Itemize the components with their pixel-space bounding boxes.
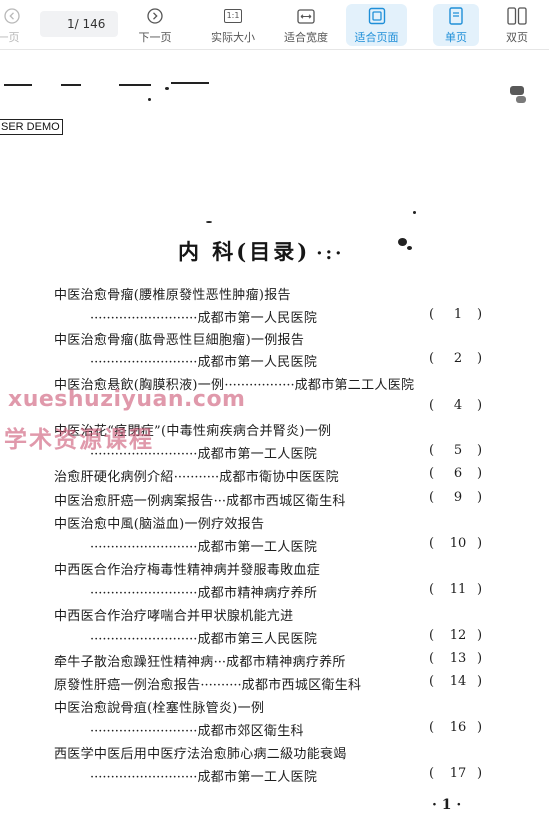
- chevron-right-circle-icon: [147, 6, 163, 26]
- page-number-box: / 146: [40, 11, 118, 37]
- toc-entry-org-line: ··························成都市第一工人医院: [90, 770, 318, 785]
- toc-page-number: 12: [449, 628, 467, 643]
- page-number-input[interactable]: [52, 17, 75, 31]
- actual-size-icon: 1:1: [224, 6, 242, 26]
- toc-entry-title: 中医治愈說骨疽(栓塞性脉管炎)一例: [54, 701, 265, 716]
- watermark-text: 学术资源课程: [4, 427, 154, 453]
- scan-artifact: [413, 211, 416, 214]
- double-page-label: 双页: [506, 31, 528, 44]
- toc-entry-title-with-org: 治愈肝硬化病例介紹···········成都市衛协中医医院: [54, 470, 339, 485]
- toc-heading: 内 科(目录) ·:·: [178, 239, 345, 264]
- scan-artifact: [407, 246, 412, 250]
- toc-entry-org-line: ··························成都市第三人民医院: [90, 632, 318, 647]
- toc-page-number: 17: [449, 766, 467, 781]
- toc-page-number: 16: [449, 720, 467, 735]
- toc-entry-title: 中医治愈骨瘤(腰椎原發性恶性肿瘤)报告: [54, 288, 291, 303]
- toc-entry-org-line: ··························成都市郊区衛生科: [90, 724, 304, 739]
- next-page-label: 下一页: [138, 31, 172, 44]
- fit-page-label: 适合页面: [354, 31, 399, 44]
- scan-artifact: [516, 96, 526, 103]
- toc-page-number: 4: [453, 398, 463, 413]
- fit-width-button[interactable]: 适合宽度: [278, 4, 334, 46]
- page-total: / 146: [74, 17, 106, 31]
- single-page-icon: [449, 6, 463, 26]
- toc-page-number: 13: [449, 651, 467, 666]
- toc-page-number: 2: [453, 351, 463, 366]
- scan-artifact: [4, 84, 32, 86]
- pdf-toolbar: 上一页 / 146 下一页 1:1 实际大小 适合宽度 适合页面 单页: [0, 0, 549, 50]
- toc-entry-title-with-org: 中医治愈肝癌一例病案报告···成都市西城区衛生科: [54, 494, 346, 509]
- next-page-button[interactable]: 下一页: [133, 4, 177, 46]
- actual-size-button[interactable]: 1:1 实际大小: [205, 4, 261, 46]
- double-page-icon: [507, 6, 527, 26]
- toc-page-number: 5: [453, 443, 463, 458]
- toc-entry-org-line: ··························成都市第一人民医院: [90, 355, 318, 370]
- demo-label: SER DEMO: [0, 119, 63, 135]
- scan-artifact: [61, 84, 81, 86]
- toc-page-number: 1: [453, 307, 463, 322]
- page-footer-number: · 1 ·: [432, 797, 462, 813]
- toc-entry-title: 中西医合作治疗哮喘合并甲状腺机能亢进: [54, 609, 294, 624]
- toc-page-number: 11: [449, 582, 467, 597]
- heading-ornament: ·:·: [316, 243, 345, 264]
- fit-width-icon: [297, 6, 315, 26]
- toc-page-number: 6: [453, 466, 463, 481]
- single-page-label: 单页: [445, 31, 467, 44]
- toc-entry-org-line: ··························成都市第一人民医院: [90, 311, 318, 326]
- single-page-button[interactable]: 单页: [433, 4, 479, 46]
- double-page-button[interactable]: 双页: [494, 4, 540, 46]
- toc-page-number: 10: [449, 536, 467, 551]
- toc-entry-title-with-org: 原發性肝癌一例治愈报告··········成都市西城区衛生科: [54, 678, 362, 693]
- prev-page-button[interactable]: 上一页: [0, 4, 30, 46]
- prev-page-label: 上一页: [0, 31, 20, 44]
- scan-artifact: [510, 86, 524, 95]
- watermark-url: xueshuziyuan.com: [8, 387, 246, 412]
- actual-size-label: 实际大小: [211, 31, 255, 44]
- scan-artifact: [398, 238, 407, 246]
- toc-entry-title: 西医学中医后用中医疗法治愈肺心病二級功能衰竭: [54, 747, 347, 762]
- toc-page-number: 9: [453, 490, 463, 505]
- chevron-left-circle-icon: [4, 6, 20, 26]
- document-page: SER DEMO 内 科(目录) ·:· 中医治愈骨瘤(腰椎原發性恶性肿瘤)报告 …: [0, 50, 549, 833]
- toc-entry-title-with-org: 牵牛子散治愈躁狂性精神病···成都市精神病疗养所: [54, 655, 346, 670]
- toc-entry-title: 中西医合作治疗梅毒性精神病并發服毒敗血症: [54, 563, 321, 578]
- toc-page-number: 14: [449, 674, 467, 689]
- fit-page-icon: [368, 6, 386, 26]
- toc-entry-title: 中医治愈骨瘤(肱骨恶性巨細胞瘤)一例报告: [54, 333, 305, 348]
- toc-entry-org-line: ··························成都市精神病疗养所: [90, 586, 318, 601]
- scan-artifact: [148, 98, 151, 101]
- scan-artifact: [119, 84, 151, 86]
- scan-artifact: [206, 221, 212, 223]
- scan-artifact: [165, 87, 169, 90]
- toc-entry-org-line: ··························成都市第一工人医院: [90, 540, 318, 555]
- toc-entry-title: 中医治愈中風(脑溢血)一例疗效报告: [54, 517, 265, 532]
- fit-width-label: 适合宽度: [284, 31, 328, 44]
- fit-page-button[interactable]: 适合页面: [346, 4, 407, 46]
- scan-artifact: [171, 82, 209, 84]
